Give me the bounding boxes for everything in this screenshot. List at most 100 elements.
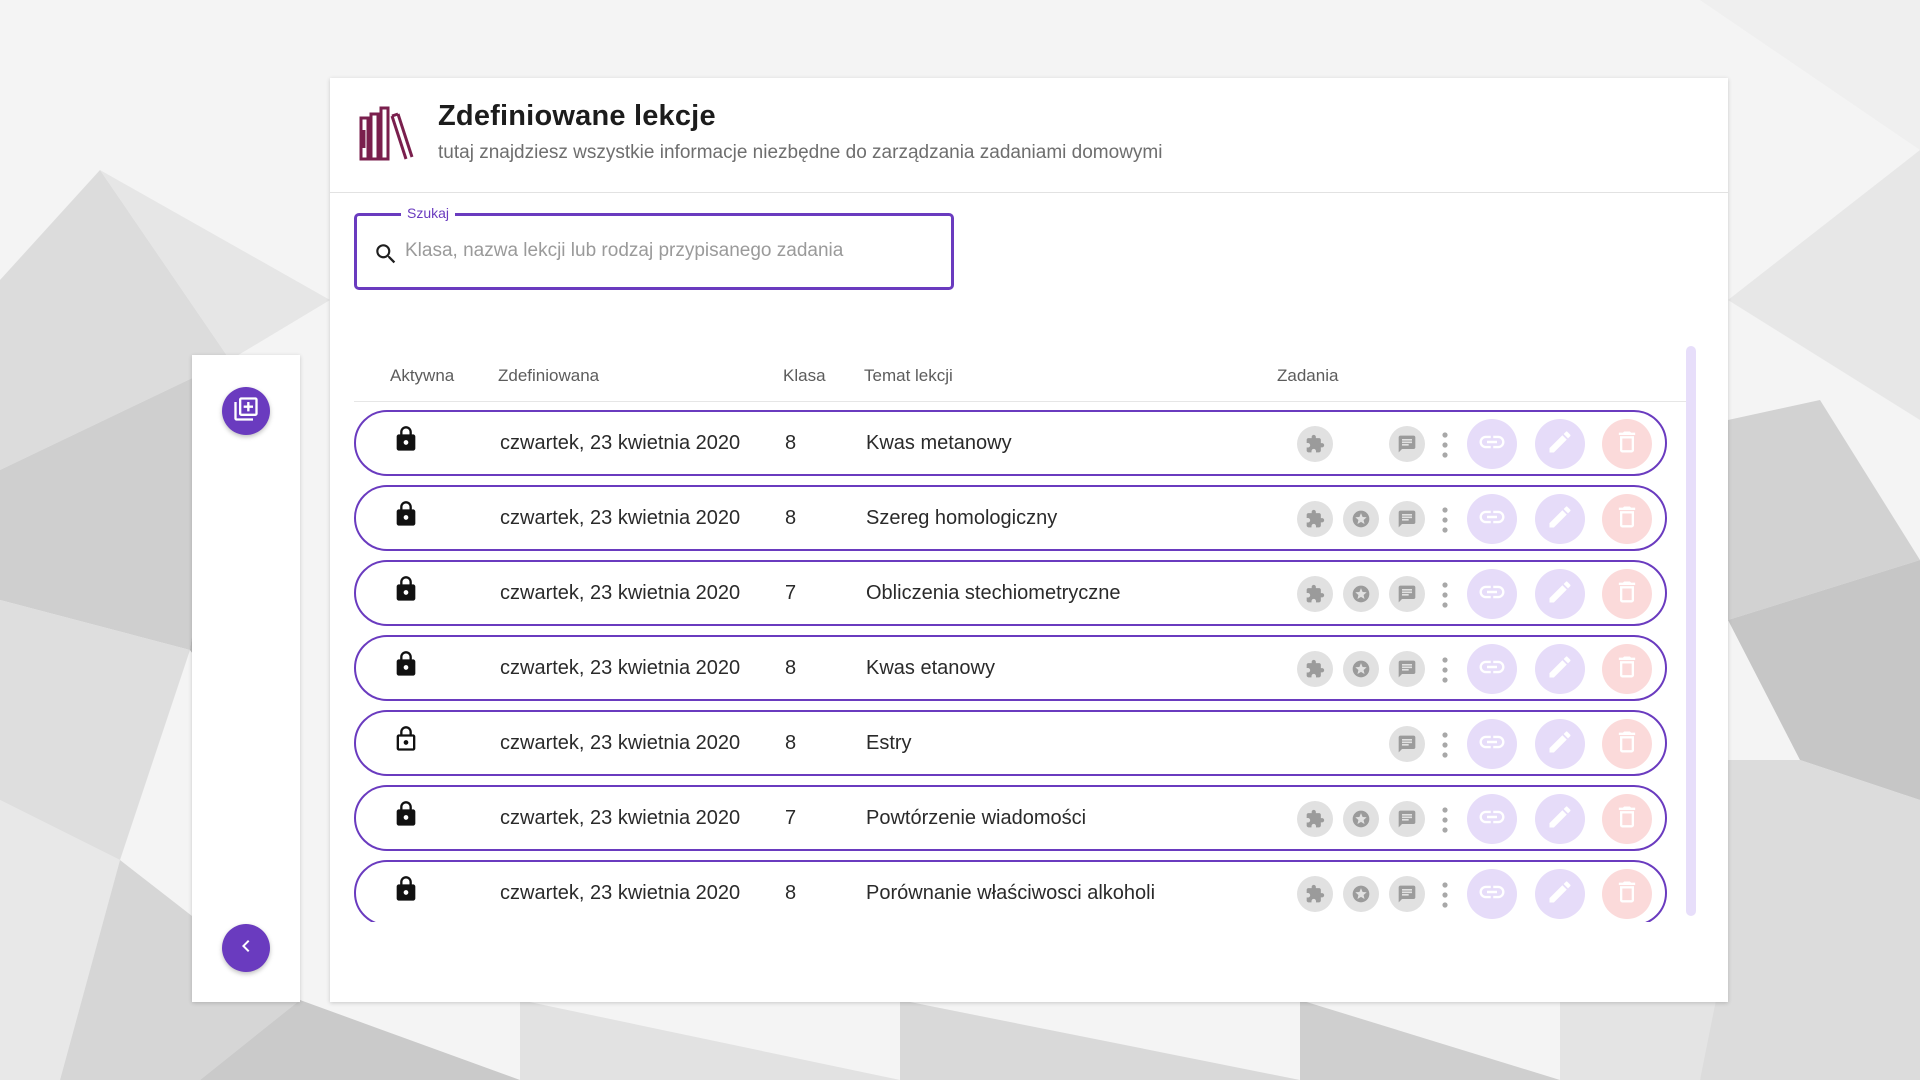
table-header: Aktywna Zdefiniowana Klasa Temat lekcji … xyxy=(354,346,1694,402)
search-field[interactable]: Szukaj xyxy=(354,205,954,290)
row-topic: Powtórzenie wiadomości xyxy=(866,807,1087,829)
more-vertical-icon[interactable] xyxy=(1439,580,1451,615)
edit-button[interactable] xyxy=(1535,494,1585,544)
row-date: czwartek, 23 kwietnia 2020 xyxy=(500,432,741,454)
table-row[interactable]: czwartek, 23 kwietnia 2020 8 Szereg homolo… xyxy=(354,485,1667,551)
comment-icon[interactable] xyxy=(1389,651,1425,687)
star-icon[interactable] xyxy=(1343,876,1379,912)
link-icon xyxy=(1477,577,1507,612)
comment-icon[interactable] xyxy=(1389,801,1425,837)
page-title: Zdefiniowane lekcje xyxy=(438,100,716,132)
link-button[interactable] xyxy=(1467,794,1517,844)
page-subtitle: tutaj znajdziesz wszystkie informacje ni… xyxy=(438,142,1163,163)
trash-icon xyxy=(1613,653,1641,686)
pencil-icon xyxy=(1546,578,1574,611)
puzzle-icon[interactable] xyxy=(1297,576,1333,612)
edit-button[interactable] xyxy=(1535,644,1585,694)
link-button[interactable] xyxy=(1467,719,1517,769)
more-vertical-icon[interactable] xyxy=(1439,430,1451,465)
delete-button[interactable] xyxy=(1602,419,1652,469)
edit-button[interactable] xyxy=(1535,719,1585,769)
delete-button[interactable] xyxy=(1602,644,1652,694)
link-button[interactable] xyxy=(1467,869,1517,919)
link-button[interactable] xyxy=(1467,644,1517,694)
table-row[interactable]: czwartek, 23 kwietnia 2020 8 Kwas etanowy xyxy=(354,635,1667,701)
link-icon xyxy=(1477,877,1507,912)
link-icon xyxy=(1477,802,1507,837)
star-icon[interactable] xyxy=(1343,501,1379,537)
chevron-left-icon xyxy=(234,934,258,963)
edit-button[interactable] xyxy=(1535,569,1585,619)
delete-button[interactable] xyxy=(1602,569,1652,619)
row-class: 7 xyxy=(785,807,797,829)
comment-icon[interactable] xyxy=(1389,426,1425,462)
column-topic[interactable]: Temat lekcji xyxy=(864,366,953,386)
puzzle-icon[interactable] xyxy=(1297,501,1333,537)
more-vertical-icon[interactable] xyxy=(1439,505,1451,540)
star-icon[interactable] xyxy=(1343,651,1379,687)
lock-closed-icon[interactable] xyxy=(392,423,420,461)
delete-button[interactable] xyxy=(1602,794,1652,844)
search-label: Szukaj xyxy=(401,205,456,221)
scrollbar[interactable] xyxy=(1686,346,1696,916)
delete-button[interactable] xyxy=(1602,719,1652,769)
more-vertical-icon[interactable] xyxy=(1439,655,1451,690)
delete-button[interactable] xyxy=(1602,869,1652,919)
delete-button[interactable] xyxy=(1602,494,1652,544)
link-button[interactable] xyxy=(1467,419,1517,469)
star-icon[interactable] xyxy=(1343,801,1379,837)
edit-button[interactable] xyxy=(1535,869,1585,919)
link-button[interactable] xyxy=(1467,569,1517,619)
table-row[interactable]: czwartek, 23 kwietnia 2020 8 Kwas metanowy xyxy=(354,410,1667,476)
column-class[interactable]: Klasa xyxy=(783,366,826,386)
column-active[interactable]: Aktywna xyxy=(390,366,454,386)
trash-icon xyxy=(1613,803,1641,836)
table-row[interactable]: czwartek, 23 kwietnia 2020 8 Porównanie wł… xyxy=(354,860,1667,922)
link-icon xyxy=(1477,652,1507,687)
comment-icon[interactable] xyxy=(1389,501,1425,537)
lessons-table: Aktywna Zdefiniowana Klasa Temat lekcji … xyxy=(354,346,1694,922)
puzzle-icon[interactable] xyxy=(1297,651,1333,687)
puzzle-icon[interactable] xyxy=(1297,426,1333,462)
row-class: 8 xyxy=(785,882,797,904)
collapse-panel-button[interactable] xyxy=(222,924,270,972)
search-input[interactable] xyxy=(405,234,935,268)
link-button[interactable] xyxy=(1467,494,1517,544)
row-date: czwartek, 23 kwietnia 2020 xyxy=(500,882,741,904)
edit-button[interactable] xyxy=(1535,794,1585,844)
link-icon xyxy=(1477,727,1507,762)
row-topic: Estry xyxy=(866,732,912,754)
star-icon[interactable] xyxy=(1343,576,1379,612)
row-class: 8 xyxy=(785,432,797,454)
lock-closed-icon[interactable] xyxy=(392,573,420,611)
pencil-icon xyxy=(1546,653,1574,686)
add-lesson-button[interactable] xyxy=(222,387,270,435)
pencil-icon xyxy=(1546,503,1574,536)
table-row[interactable]: czwartek, 23 kwietnia 2020 8 Estry xyxy=(354,710,1667,776)
column-tasks[interactable]: Zadania xyxy=(1277,366,1338,386)
lock-closed-icon[interactable] xyxy=(392,498,420,536)
edit-button[interactable] xyxy=(1535,419,1585,469)
table-row[interactable]: czwartek, 23 kwietnia 2020 7 Powtórzenie w… xyxy=(354,785,1667,851)
lock-closed-icon[interactable] xyxy=(392,798,420,836)
comment-icon[interactable] xyxy=(1389,726,1425,762)
side-panel xyxy=(192,355,300,1002)
lock-closed-icon[interactable] xyxy=(392,873,420,911)
card-header: Zdefiniowane lekcje tutaj znajdziesz wsz… xyxy=(330,78,1728,193)
column-defined[interactable]: Zdefiniowana xyxy=(498,366,599,386)
puzzle-icon[interactable] xyxy=(1297,801,1333,837)
comment-icon[interactable] xyxy=(1389,876,1425,912)
pencil-icon xyxy=(1546,728,1574,761)
lock-closed-icon[interactable] xyxy=(392,648,420,686)
lock-open-icon[interactable] xyxy=(392,723,420,761)
puzzle-icon[interactable] xyxy=(1297,876,1333,912)
more-vertical-icon[interactable] xyxy=(1439,805,1451,840)
comment-icon[interactable] xyxy=(1389,576,1425,612)
row-topic: Obliczenia stechiometryczne xyxy=(866,582,1121,604)
row-class: 8 xyxy=(785,507,797,529)
row-class: 7 xyxy=(785,582,797,604)
row-class: 8 xyxy=(785,657,797,679)
more-vertical-icon[interactable] xyxy=(1439,880,1451,915)
more-vertical-icon[interactable] xyxy=(1439,730,1451,765)
table-row[interactable]: czwartek, 23 kwietnia 2020 7 Obliczenia st… xyxy=(354,560,1667,626)
